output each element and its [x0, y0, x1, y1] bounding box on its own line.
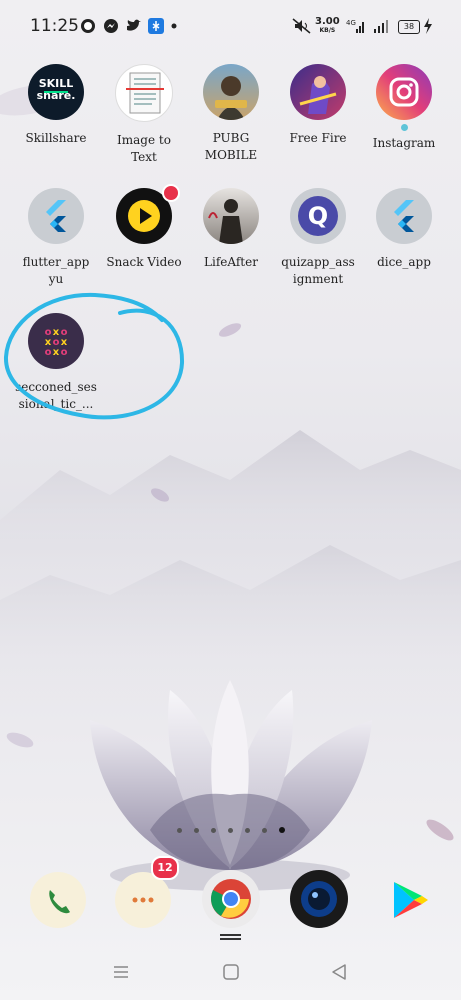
- phone-app[interactable]: [30, 872, 86, 928]
- more-notifications-dot: [171, 23, 177, 29]
- chrome-app[interactable]: [202, 870, 260, 928]
- twitter-icon: [127, 19, 141, 31]
- page-dot: [227, 828, 233, 833]
- charging-icon: [424, 18, 432, 34]
- back-icon[interactable]: [330, 963, 348, 981]
- flutter-icon: [28, 188, 84, 244]
- mute-icon: [292, 18, 311, 34]
- page-dot: [193, 828, 199, 833]
- app-skillshare[interactable]: SKILL share. Skillshare: [12, 64, 100, 147]
- app-label: Snack Video: [106, 255, 182, 269]
- app-snack-video[interactable]: Snack Video: [100, 184, 188, 271]
- messages-badge: 12: [151, 856, 179, 880]
- app-label: Image to Text: [117, 133, 171, 164]
- battery-indicator: 38: [398, 20, 420, 34]
- app-label: Instagram: [372, 136, 436, 150]
- camera-icon: [301, 881, 337, 917]
- messenger-icon: [104, 19, 118, 33]
- signal-4g-icon: 4G: [346, 19, 364, 33]
- app-label: flutter_app yu: [22, 255, 90, 286]
- navigation-bar: [0, 950, 461, 1000]
- recent-apps-icon[interactable]: [112, 963, 130, 981]
- new-install-dot: [400, 124, 408, 131]
- free-fire-icon: [290, 64, 346, 120]
- app-image-to-text[interactable]: Image to Text: [100, 64, 188, 166]
- app-label: dice_app: [377, 255, 431, 269]
- home-screen: 11:25 3.00 KB/S 4G 38 SKILL share. Skills…: [0, 0, 461, 1000]
- app-dice-app[interactable]: dice_app: [360, 188, 448, 271]
- app-label: quizapp_ass ignment: [281, 255, 355, 286]
- status-bar: 11:25 3.00 KB/S 4G 38: [0, 0, 461, 56]
- page-dot: [176, 828, 182, 833]
- app-instagram[interactable]: Instagram: [360, 64, 448, 152]
- app-label: LifeAfter: [204, 255, 258, 269]
- svg-text:4G: 4G: [346, 19, 356, 27]
- app-label: Skillshare: [25, 131, 87, 145]
- page-dot-active: [278, 827, 285, 833]
- phone-icon: [49, 890, 70, 914]
- instagram-icon: [376, 64, 432, 120]
- app-free-fire[interactable]: Free Fire: [274, 64, 362, 147]
- app-lifeafter[interactable]: LifeAfter: [187, 188, 275, 271]
- app-quizapp-assignment[interactable]: Q quizapp_ass ignment: [274, 188, 362, 288]
- app-drawer-handle[interactable]: [220, 934, 241, 936]
- notification-dot: [162, 184, 180, 202]
- play-store-icon: [394, 882, 428, 918]
- page-indicator[interactable]: [0, 818, 461, 837]
- quiz-icon: Q: [290, 188, 346, 244]
- page-dot: [210, 828, 216, 833]
- annotation-circle: [3, 292, 185, 420]
- vpn-icon: [148, 18, 164, 34]
- app-label: Free Fire: [289, 131, 347, 145]
- app-flutter-appyu[interactable]: flutter_app yu: [12, 188, 100, 288]
- flutter-icon: [376, 188, 432, 244]
- lifeafter-icon: [203, 188, 259, 244]
- camera-app[interactable]: [290, 870, 348, 928]
- play-store-app[interactable]: [380, 872, 436, 928]
- signal-icon: [374, 20, 388, 33]
- app-label: PUBG MOBILE: [204, 131, 258, 162]
- network-speed: 3.00 KB/S: [315, 16, 340, 35]
- image-to-text-icon: [115, 64, 173, 122]
- messages-app[interactable]: 12: [115, 856, 179, 928]
- app-pubg-mobile[interactable]: PUBG MOBILE: [187, 64, 275, 164]
- chrome-icon: [211, 879, 251, 919]
- whatsapp-icon: [81, 19, 95, 33]
- messages-icon: [132, 897, 154, 903]
- page-dot: [244, 828, 250, 833]
- home-icon[interactable]: [222, 963, 240, 981]
- pubg-icon: [203, 64, 259, 120]
- clock: 11:25: [30, 16, 79, 36]
- skillshare-icon: SKILL share.: [28, 64, 84, 120]
- page-dot: [261, 828, 267, 833]
